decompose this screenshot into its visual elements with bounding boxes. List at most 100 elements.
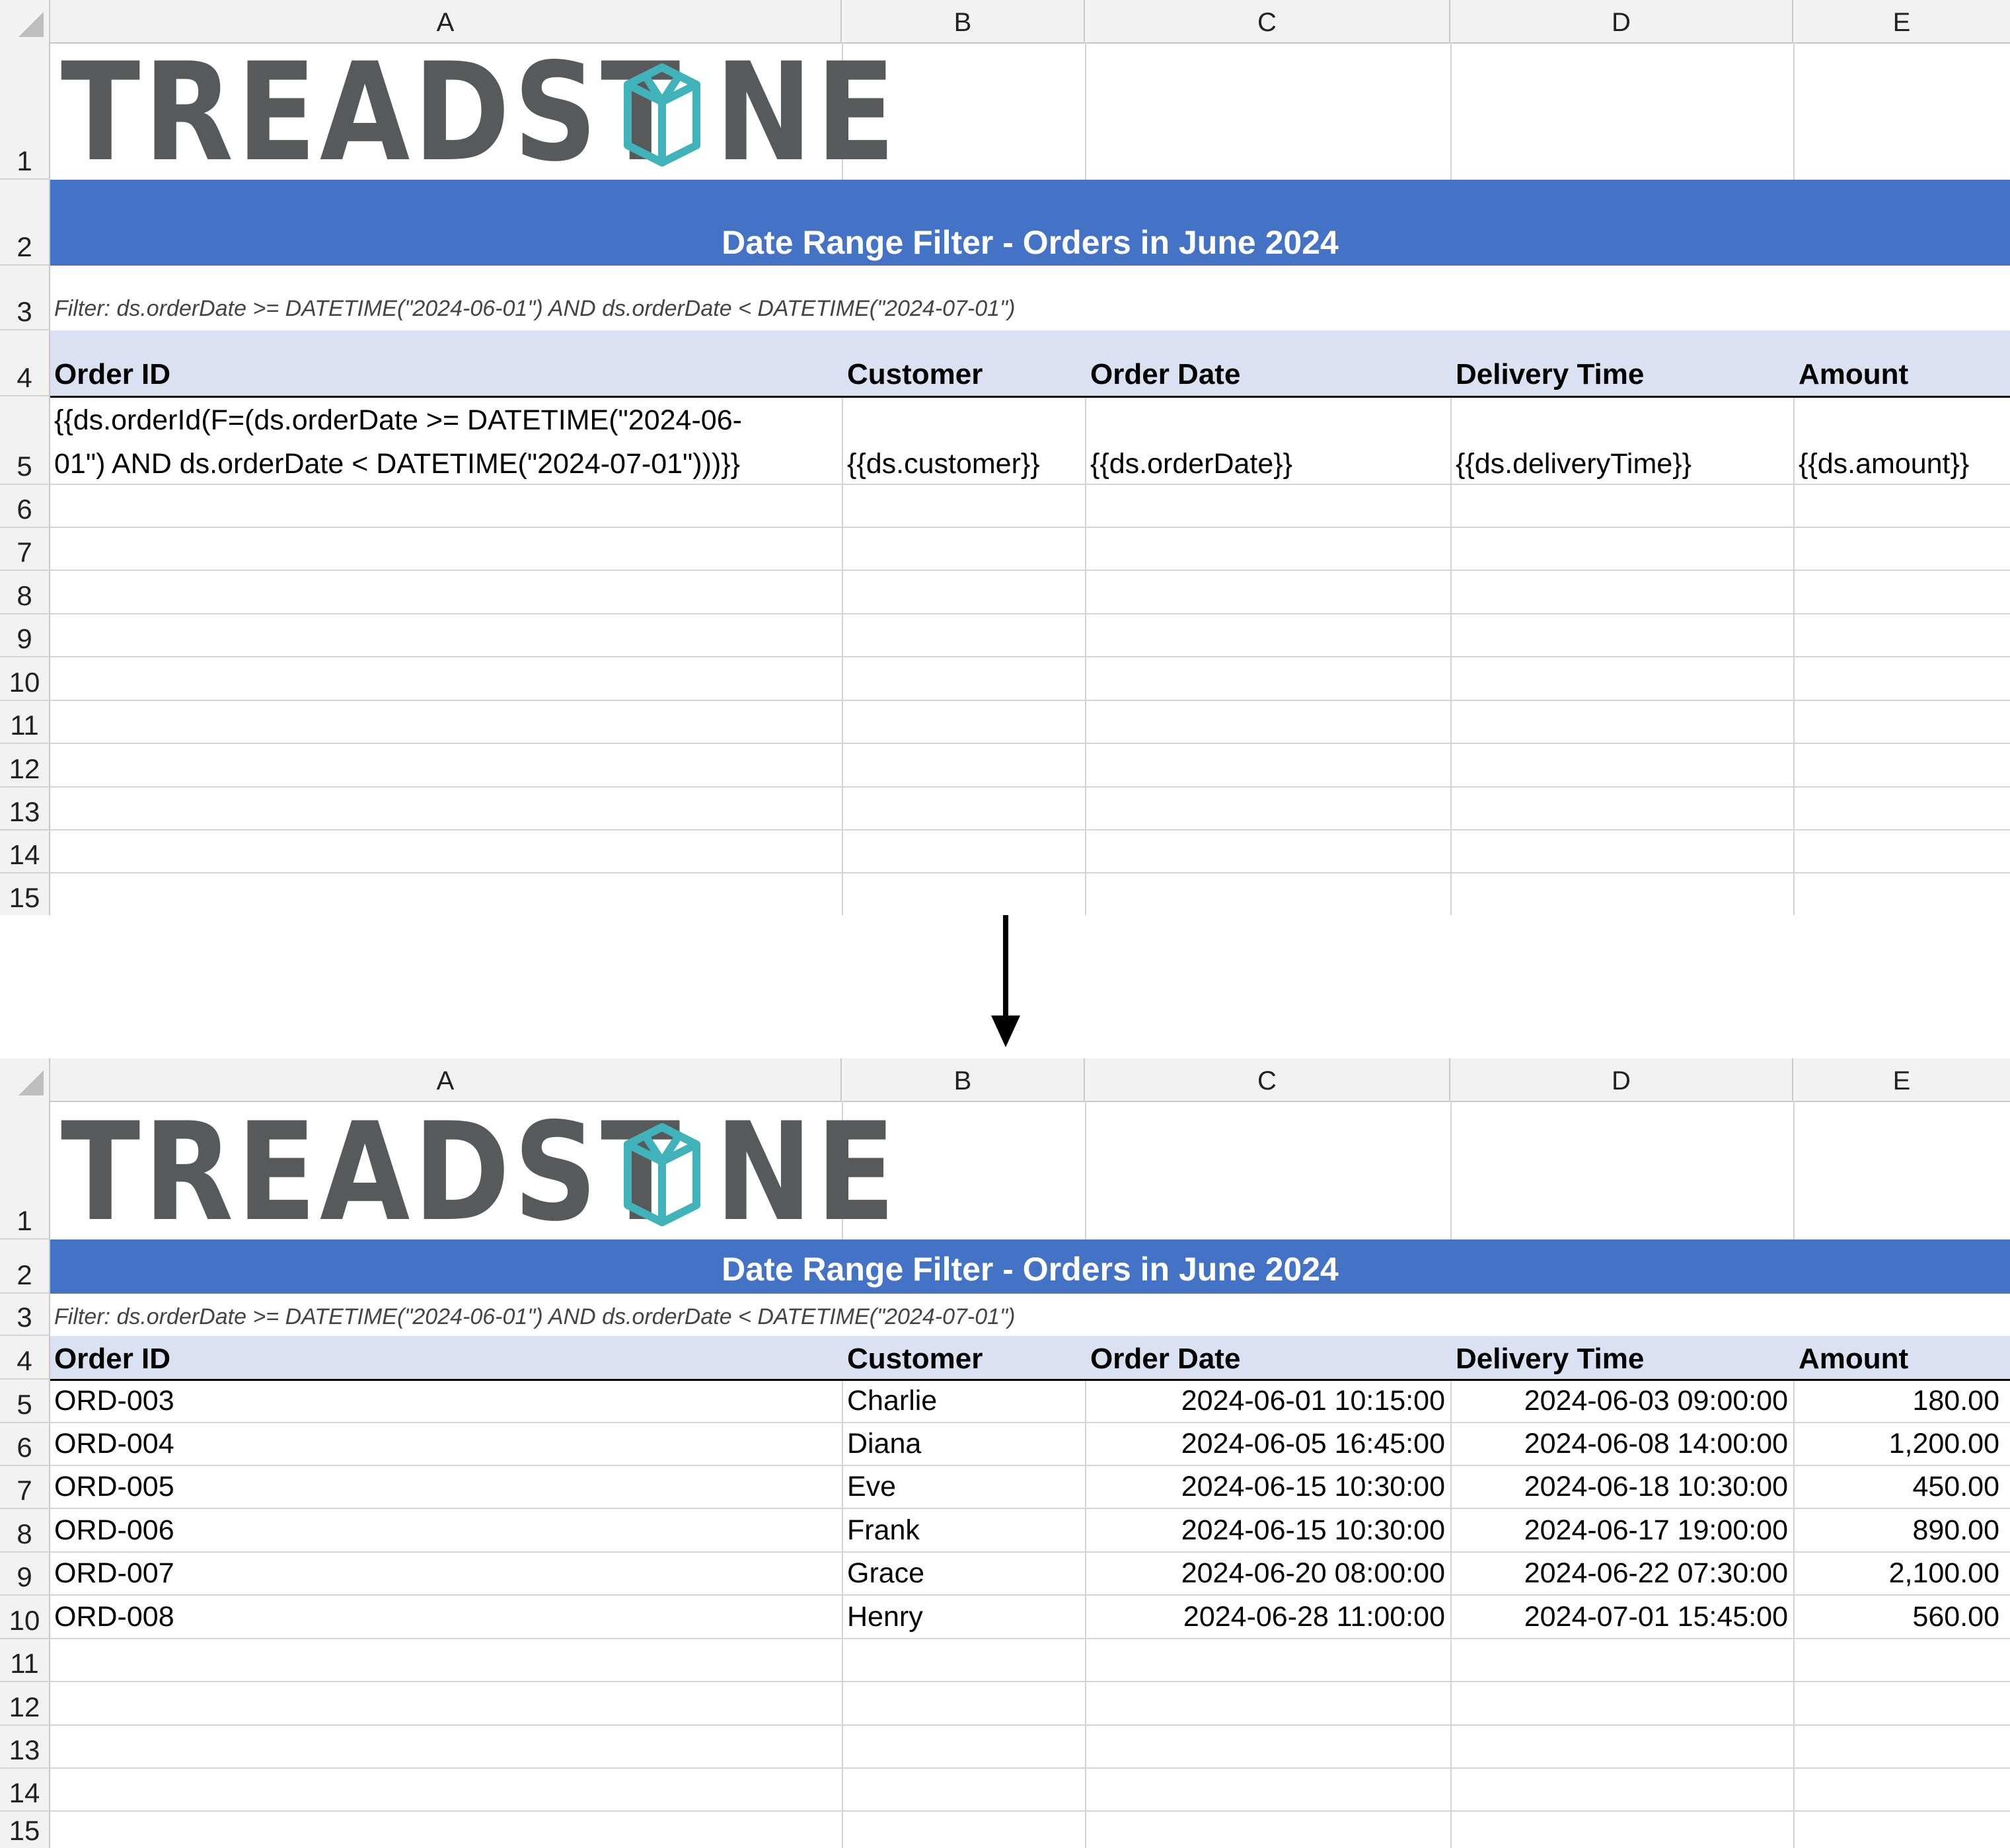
cell-order-id[interactable]: ORD-008 [54,1601,174,1633]
cell-delivery-time[interactable]: 2024-06-22 07:30:00 [1456,1557,1788,1590]
row-header-4[interactable]: 4 [0,330,50,396]
row-header-2[interactable]: 2 [0,180,50,266]
header-order-date[interactable]: Order Date [1090,358,1240,391]
template-customer[interactable]: {{ds.customer}} [847,448,1040,480]
select-all-corner[interactable] [0,0,50,42]
cell-order-date[interactable]: 2024-06-20 08:00:00 [1090,1557,1445,1590]
cell-amount[interactable]: 180.00 [1799,1385,1999,1417]
grid-line [1793,1101,1795,1239]
header-order-id[interactable]: Order ID [54,358,170,391]
grid-line [50,1638,2010,1639]
filter-note[interactable]: Filter: ds.orderDate >= DATETIME("2024-0… [54,1304,1015,1330]
row-header-8[interactable]: 8 [0,571,50,614]
result-sheet: A B C D E 1 2 3 4 5 6 7 8 9 10 11 12 13 … [0,1058,2010,1848]
row-header-5[interactable]: 5 [0,1380,50,1423]
cell-order-id[interactable]: ORD-005 [54,1471,174,1503]
column-header-d[interactable]: D [1450,1058,1793,1101]
template-delivery-time[interactable]: {{ds.deliveryTime}} [1456,448,1692,480]
cell-customer[interactable]: Grace [847,1557,924,1590]
cell-order-id[interactable]: ORD-006 [54,1514,174,1547]
row-header-1[interactable]: 1 [0,42,50,180]
cell-order-date[interactable]: 2024-06-15 10:30:00 [1090,1471,1445,1503]
header-amount[interactable]: Amount [1799,358,1908,391]
row-header-14[interactable]: 14 [0,831,50,873]
header-delivery-time[interactable]: Delivery Time [1456,1343,1644,1376]
cell-customer[interactable]: Diana [847,1428,921,1460]
row-header-3[interactable]: 3 [0,1294,50,1336]
cell-delivery-time[interactable]: 2024-06-18 10:30:00 [1456,1471,1788,1503]
header-customer[interactable]: Customer [847,1343,983,1376]
cell-amount[interactable]: 450.00 [1799,1471,1999,1503]
header-order-id[interactable]: Order ID [54,1343,170,1376]
header-order-date[interactable]: Order Date [1090,1343,1240,1376]
gem-cube-icon [624,63,700,166]
column-header-e[interactable]: E [1793,0,2010,42]
row-header-11[interactable]: 11 [0,701,50,744]
row-header-6[interactable]: 6 [0,485,50,528]
cell-order-id[interactable]: ORD-007 [54,1557,174,1590]
select-all-corner[interactable] [0,1058,50,1101]
filter-note[interactable]: Filter: ds.orderDate >= DATETIME("2024-0… [54,296,1015,322]
row-header-6[interactable]: 6 [0,1423,50,1466]
logo-text-left: TREADST [61,34,684,192]
row-header-2[interactable]: 2 [0,1239,50,1294]
cell-amount[interactable]: 1,200.00 [1799,1428,1999,1460]
grid-line [50,743,2010,744]
header-delivery-time[interactable]: Delivery Time [1456,358,1644,391]
cell-customer[interactable]: Charlie [847,1385,937,1417]
cell-order-date[interactable]: 2024-06-15 10:30:00 [1090,1514,1445,1547]
row-header-9[interactable]: 9 [0,614,50,657]
column-header-c[interactable]: C [1085,1058,1450,1101]
cell-amount[interactable]: 2,100.00 [1799,1557,1999,1590]
cell-order-date[interactable]: 2024-06-05 16:45:00 [1090,1428,1445,1460]
cell-customer[interactable]: Frank [847,1514,920,1547]
row-header-9[interactable]: 9 [0,1553,50,1596]
grid-line [50,1508,2010,1509]
column-header-e[interactable]: E [1793,1058,2010,1101]
cell-order-id[interactable]: ORD-003 [54,1385,174,1417]
grid-line [50,872,2010,873]
column-header-d[interactable]: D [1450,0,1793,42]
header-customer[interactable]: Customer [847,358,983,391]
cell-delivery-time[interactable]: 2024-06-03 09:00:00 [1456,1385,1788,1417]
template-order-date[interactable]: {{ds.orderDate}} [1090,448,1292,480]
grid-line [50,1724,2010,1726]
row-header-13[interactable]: 13 [0,1726,50,1769]
row-header-7[interactable]: 7 [0,1466,50,1509]
grid-line [50,1767,2010,1769]
column-header-c[interactable]: C [1085,0,1450,42]
row-header-14[interactable]: 14 [0,1769,50,1812]
cell-delivery-time[interactable]: 2024-06-17 19:00:00 [1456,1514,1788,1547]
header-amount[interactable]: Amount [1799,1343,1908,1376]
logo-text-left: TREADST [61,1094,684,1251]
row-header-7[interactable]: 7 [0,528,50,571]
row-header-13[interactable]: 13 [0,788,50,831]
row-header-3[interactable]: 3 [0,266,50,330]
cell-order-date[interactable]: 2024-06-28 11:00:00 [1090,1601,1445,1633]
cell-order-id[interactable]: ORD-004 [54,1428,174,1460]
row-header-1[interactable]: 1 [0,1101,50,1239]
cell-customer[interactable]: Henry [847,1601,923,1633]
row-header-4[interactable]: 4 [0,1336,50,1380]
template-amount[interactable]: {{ds.amount}} [1799,448,1969,480]
cell-order-date[interactable]: 2024-06-01 10:15:00 [1090,1385,1445,1417]
cell-amount[interactable]: 890.00 [1799,1514,1999,1547]
row-header-11[interactable]: 11 [0,1639,50,1682]
row-header-15[interactable]: 15 [0,1812,50,1848]
cell-delivery-time[interactable]: 2024-06-08 14:00:00 [1456,1428,1788,1460]
row-header-8[interactable]: 8 [0,1509,50,1553]
row-header-10[interactable]: 10 [0,1596,50,1639]
report-title[interactable]: Date Range Filter - Orders in June 2024 [50,1239,2010,1294]
template-order-id-line2[interactable]: 01") AND ds.orderDate < DATETIME("2024-0… [54,448,740,480]
row-header-10[interactable]: 10 [0,657,50,701]
row-header-5[interactable]: 5 [0,396,50,485]
template-order-id-line1[interactable]: {{ds.orderId(F=(ds.orderDate >= DATETIME… [54,404,742,437]
cell-delivery-time[interactable]: 2024-07-01 15:45:00 [1456,1601,1788,1633]
cell-customer[interactable]: Eve [847,1471,896,1503]
row-header-15[interactable]: 15 [0,873,50,915]
row-header-12[interactable]: 12 [0,744,50,788]
report-title[interactable]: Date Range Filter - Orders in June 2024 [50,180,2010,266]
grid-line [1085,42,1086,180]
row-header-12[interactable]: 12 [0,1682,50,1726]
cell-amount[interactable]: 560.00 [1799,1601,1999,1633]
